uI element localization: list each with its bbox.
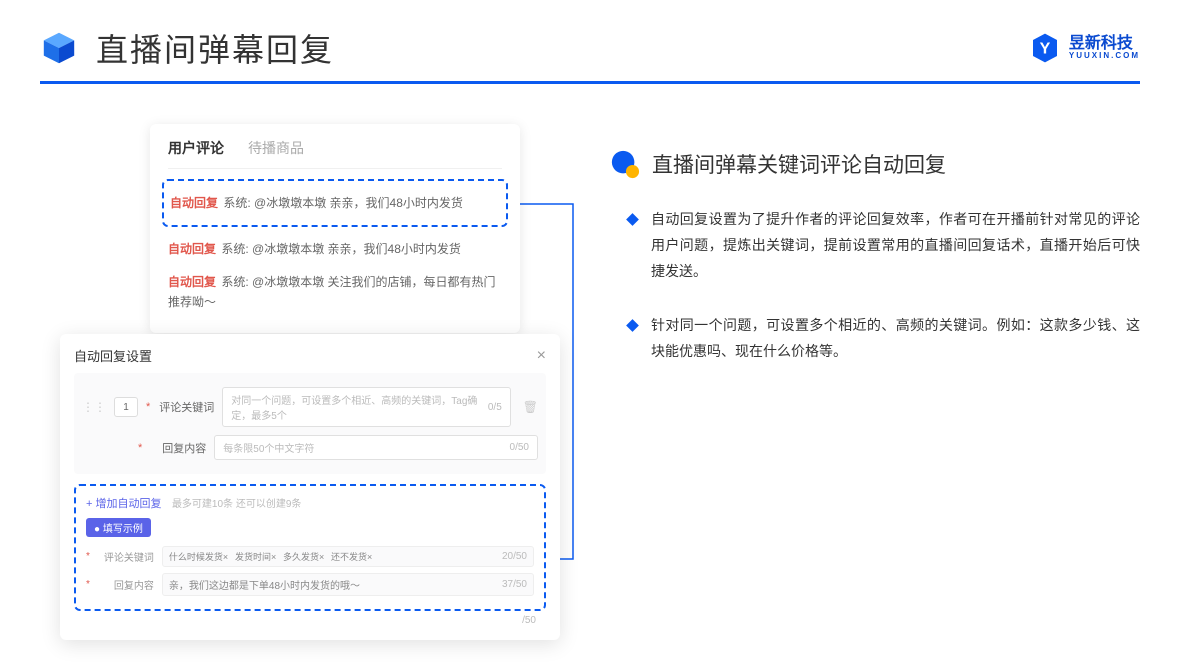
add-auto-reply-link[interactable]: + 增加自动回复 — [86, 498, 161, 510]
required-asterisk: * — [86, 551, 90, 562]
example-keyword-row: * 评论关键词 什么时候发货× 发货时间× 多久发货× 还不发货× 20/50 — [86, 543, 534, 570]
keyword-label: 评论关键词 — [158, 399, 214, 415]
auto-reply-tag: 自动回复 — [168, 242, 216, 256]
tag-chip: 发货时间× — [235, 552, 276, 562]
tag-chip: 还不发货× — [331, 552, 372, 562]
section-header: 直播间弹幕关键词评论自动回复 — [610, 149, 1140, 179]
brand-logo-icon: Y — [1029, 32, 1061, 64]
page-title: 直播间弹幕回复 — [96, 25, 334, 71]
left-column: 用户评论 待播商品 自动回复 系统: @冰墩墩本墩 亲亲，我们48小时内发货 自… — [60, 124, 560, 604]
bullet-text: 自动回复设置为了提升作者的评论回复效率，作者可在开播前针对常见的评论用户问题，提… — [651, 207, 1140, 285]
example-content-label: 回复内容 — [98, 577, 154, 592]
tag-chip: 多久发货× — [283, 552, 324, 562]
header-left: 直播间弹幕回复 — [40, 25, 334, 71]
example-badge: ● 填写示例 — [86, 518, 151, 537]
brand-text: 昱新科技 YUUXIN.COM — [1069, 36, 1140, 60]
settings-header: 自动回复设置 × — [74, 346, 546, 373]
keyword-input[interactable]: 对同一个问题，可设置多个相近、高频的关键词，Tag确定，最多5个 0/5 — [222, 387, 510, 427]
right-column: 直播间弹幕关键词评论自动回复 自动回复设置为了提升作者的评论回复效率，作者可在开… — [590, 124, 1140, 392]
delete-icon[interactable]: 🗑 — [523, 400, 538, 414]
cube-icon — [40, 29, 78, 67]
bullet-item: 针对同一个问题，可设置多个相近的、高频的关键词。例如：这款多少钱、这块能优惠吗、… — [610, 313, 1140, 365]
required-asterisk: * — [86, 579, 90, 590]
placeholder-text: 每条限50个中文字符 — [223, 440, 314, 455]
example-keyword-input: 什么时候发货× 发货时间× 多久发货× 还不发货× 20/50 — [162, 546, 534, 567]
comment-row: 自动回复 系统: @冰墩墩本墩 亲亲，我们48小时内发货 — [168, 233, 502, 265]
content: 用户评论 待播商品 自动回复 系统: @冰墩墩本墩 亲亲，我们48小时内发货 自… — [0, 84, 1180, 604]
example-content-text: 亲，我们这边都是下单48小时内发货的哦～ — [169, 577, 360, 592]
content-label: 回复内容 — [150, 440, 206, 456]
tab-pending-goods[interactable]: 待播商品 — [248, 138, 304, 158]
example-section: + 增加自动回复 最多可建10条 还可以创建9条 ● 填写示例 * 评论关键词 … — [74, 484, 546, 611]
required-asterisk: * — [146, 401, 150, 413]
highlighted-comment: 自动回复 系统: @冰墩墩本墩 亲亲，我们48小时内发货 — [162, 179, 508, 227]
settings-title: 自动回复设置 — [74, 346, 152, 365]
placeholder-text: 对同一个问题，可设置多个相近、高频的关键词，Tag确定，最多5个 — [231, 392, 488, 422]
section-title: 直播间弹幕关键词评论自动回复 — [652, 149, 946, 179]
char-count: 37/50 — [502, 579, 527, 590]
required-asterisk: * — [138, 442, 142, 454]
settings-body: ⋮⋮ 1 * 评论关键词 对同一个问题，可设置多个相近、高频的关键词，Tag确定… — [74, 373, 546, 474]
sequence-number: 1 — [114, 397, 138, 417]
page-header: 直播间弹幕回复 Y 昱新科技 YUUXIN.COM — [0, 0, 1180, 81]
example-keyword-label: 评论关键词 — [98, 549, 154, 564]
outer-count: /50 — [74, 611, 546, 626]
tab-user-comments[interactable]: 用户评论 — [168, 138, 224, 158]
svg-text:Y: Y — [1040, 41, 1051, 58]
bullet-text: 针对同一个问题，可设置多个相近的、高频的关键词。例如：这款多少钱、这块能优惠吗、… — [651, 313, 1140, 365]
char-count: 0/50 — [510, 442, 529, 453]
tag-chip: 什么时候发货× — [169, 552, 228, 562]
chat-bubble-icon — [610, 149, 640, 179]
comments-card: 用户评论 待播商品 自动回复 系统: @冰墩墩本墩 亲亲，我们48小时内发货 自… — [150, 124, 520, 333]
brand-name-cn: 昱新科技 — [1069, 36, 1140, 52]
drag-handle-icon[interactable]: ⋮⋮ — [82, 400, 106, 414]
comment-text: 系统: @冰墩墩本墩 亲亲，我们48小时内发货 — [220, 196, 463, 210]
char-count: 20/50 — [502, 551, 527, 562]
diamond-icon — [626, 319, 639, 332]
content-field-row: * 回复内容 每条限50个中文字符 0/50 — [82, 431, 538, 464]
tabs: 用户评论 待播商品 — [168, 138, 502, 169]
tag-chips: 什么时候发货× 发货时间× 多久发货× 还不发货× — [169, 550, 376, 563]
comment-row: 自动回复 系统: @冰墩墩本墩 亲亲，我们48小时内发货 — [170, 187, 500, 219]
char-count: 0/5 — [488, 402, 502, 413]
example-content-row: * 回复内容 亲，我们这边都是下单48小时内发货的哦～ 37/50 — [86, 570, 534, 599]
comment-row: 自动回复 系统: @冰墩墩本墩 关注我们的店铺，每日都有热门推荐呦～ — [168, 266, 502, 319]
close-icon[interactable]: × — [537, 347, 546, 365]
auto-reply-tag: 自动回复 — [170, 196, 218, 210]
comment-text: 系统: @冰墩墩本墩 关注我们的店铺，每日都有热门推荐呦～ — [168, 275, 496, 309]
comment-text: 系统: @冰墩墩本墩 亲亲，我们48小时内发货 — [218, 242, 461, 256]
bullet-list: 自动回复设置为了提升作者的评论回复效率，作者可在开播前针对常见的评论用户问题，提… — [610, 207, 1140, 364]
add-hint: 最多可建10条 还可以创建9条 — [172, 499, 301, 510]
content-input[interactable]: 每条限50个中文字符 0/50 — [214, 435, 538, 460]
example-content-input: 亲，我们这边都是下单48小时内发货的哦～ 37/50 — [162, 573, 534, 596]
diamond-icon — [626, 213, 639, 226]
keyword-field-row: ⋮⋮ 1 * 评论关键词 对同一个问题，可设置多个相近、高频的关键词，Tag确定… — [82, 383, 538, 431]
brand: Y 昱新科技 YUUXIN.COM — [1029, 32, 1140, 64]
brand-name-en: YUUXIN.COM — [1069, 52, 1140, 60]
bullet-item: 自动回复设置为了提升作者的评论回复效率，作者可在开播前针对常见的评论用户问题，提… — [610, 207, 1140, 285]
settings-card: 自动回复设置 × ⋮⋮ 1 * 评论关键词 对同一个问题，可设置多个相近、高频的… — [60, 334, 560, 640]
auto-reply-tag: 自动回复 — [168, 275, 216, 289]
add-row: + 增加自动回复 最多可建10条 还可以创建9条 — [86, 494, 534, 512]
